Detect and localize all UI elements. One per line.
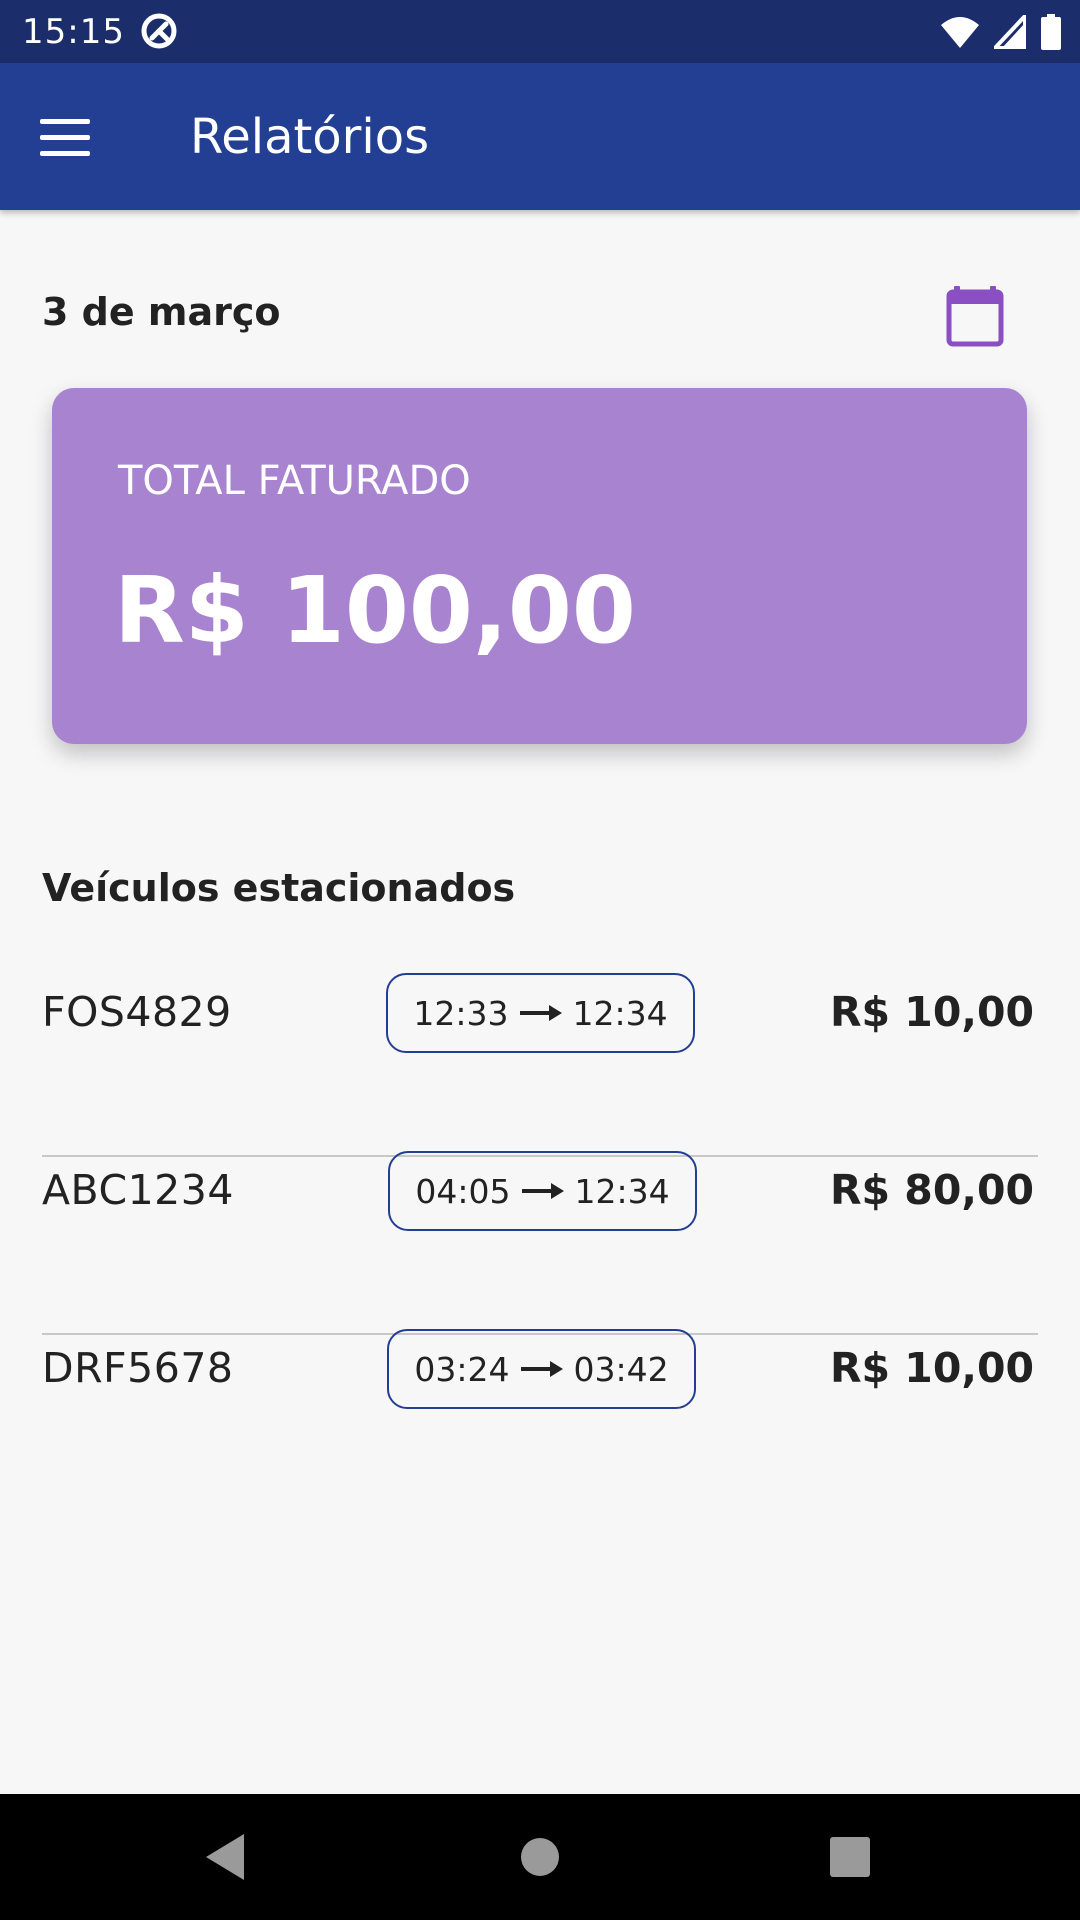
exit-time: 12:34 <box>572 993 668 1033</box>
vehicle-plate: ABC1234 <box>42 1166 234 1214</box>
vehicle-row[interactable]: DRF5678 03:24 03:42 R$ 10,00 <box>42 1329 1038 1511</box>
home-icon[interactable] <box>507 1824 573 1890</box>
arrow-right-icon <box>521 1183 564 1199</box>
calendar-icon[interactable] <box>946 284 1004 348</box>
time-range-pill[interactable]: 03:24 03:42 <box>387 1329 696 1409</box>
arrow-right-icon <box>519 1005 562 1021</box>
hamburger-menu-icon[interactable] <box>40 115 92 159</box>
exit-time: 12:34 <box>574 1171 670 1211</box>
page-title: Relatórios <box>190 109 430 165</box>
app-notification-icon <box>141 13 177 49</box>
app-bar: Relatórios <box>0 63 1080 210</box>
total-value: R$ 100,00 <box>114 557 636 664</box>
vehicle-plate: DRF5678 <box>42 1344 234 1392</box>
total-card: TOTAL FATURADO R$ 100,00 <box>52 388 1027 744</box>
signal-icon <box>994 15 1026 49</box>
time-range-pill[interactable]: 04:05 12:34 <box>388 1151 697 1231</box>
wifi-icon <box>941 17 979 48</box>
vehicle-amount: R$ 10,00 <box>829 988 1034 1036</box>
entry-time: 04:05 <box>415 1171 511 1211</box>
vehicles-section-title: Veículos estacionados <box>42 866 516 910</box>
vehicle-amount: R$ 80,00 <box>829 1166 1034 1214</box>
battery-icon <box>1041 14 1061 50</box>
exit-time: 03:42 <box>573 1349 669 1389</box>
vehicle-amount: R$ 10,00 <box>829 1344 1034 1392</box>
vehicle-row[interactable]: FOS4829 12:33 12:34 R$ 10,00 <box>42 973 1038 1157</box>
system-navigation-bar <box>0 1794 1080 1920</box>
status-bar: 15:15 <box>0 0 1080 63</box>
back-icon[interactable] <box>192 1824 258 1890</box>
entry-time: 03:24 <box>414 1349 510 1389</box>
vehicle-plate: FOS4829 <box>42 988 232 1036</box>
total-label: TOTAL FATURADO <box>118 458 471 504</box>
arrow-right-icon <box>520 1361 563 1377</box>
recents-icon[interactable] <box>818 1824 884 1890</box>
time-range-pill[interactable]: 12:33 12:34 <box>386 973 695 1053</box>
status-time: 15:15 <box>22 12 125 52</box>
entry-time: 12:33 <box>413 993 509 1033</box>
report-date: 3 de março <box>42 290 281 334</box>
status-icons <box>940 12 1062 52</box>
vehicle-row[interactable]: ABC1234 04:05 12:34 R$ 80,00 <box>42 1151 1038 1335</box>
